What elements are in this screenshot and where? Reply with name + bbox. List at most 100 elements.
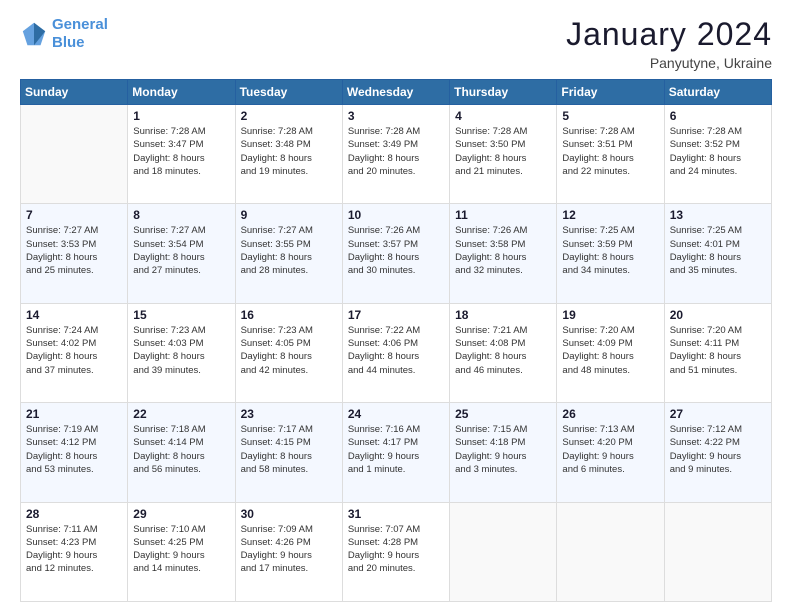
page: General Blue January 2024 Panyutyne, Ukr…: [0, 0, 792, 612]
calendar-cell: [557, 502, 664, 601]
col-friday: Friday: [557, 80, 664, 105]
calendar-cell: 7Sunrise: 7:27 AM Sunset: 3:53 PM Daylig…: [21, 204, 128, 303]
day-info: Sunrise: 7:20 AM Sunset: 4:11 PM Dayligh…: [670, 324, 766, 377]
col-tuesday: Tuesday: [235, 80, 342, 105]
day-number: 18: [455, 308, 551, 322]
day-number: 17: [348, 308, 444, 322]
logo: General Blue: [20, 16, 108, 52]
day-number: 3: [348, 109, 444, 123]
header: General Blue January 2024 Panyutyne, Ukr…: [20, 16, 772, 71]
day-info: Sunrise: 7:19 AM Sunset: 4:12 PM Dayligh…: [26, 423, 122, 476]
day-number: 14: [26, 308, 122, 322]
day-number: 22: [133, 407, 229, 421]
day-number: 26: [562, 407, 658, 421]
day-number: 11: [455, 208, 551, 222]
day-info: Sunrise: 7:16 AM Sunset: 4:17 PM Dayligh…: [348, 423, 444, 476]
calendar-cell: 3 Sunrise: 7:28 AM Sunset: 3:49 PM Daylig…: [342, 105, 449, 204]
calendar-header-row: Sunday Monday Tuesday Wednesday Thursday…: [21, 80, 772, 105]
day-info: Sunrise: 7:22 AM Sunset: 4:06 PM Dayligh…: [348, 324, 444, 377]
calendar-cell: [664, 502, 771, 601]
title-block: January 2024 Panyutyne, Ukraine: [566, 16, 772, 71]
day-info: Sunrise: 7:18 AM Sunset: 4:14 PM Dayligh…: [133, 423, 229, 476]
day-number: 21: [26, 407, 122, 421]
calendar-cell: 1 Sunrise: 7:28 AM Sunset: 3:47 PM Daylig…: [128, 105, 235, 204]
calendar-cell: 27 Sunrise: 7:12 AM Sunset: 4:22 PM Dayli…: [664, 403, 771, 502]
day-info: Sunrise: 7:28 AM Sunset: 3:51 PM Dayligh…: [562, 125, 658, 178]
day-number: 20: [670, 308, 766, 322]
day-info: Sunrise: 7:23 AM Sunset: 4:03 PM Dayligh…: [133, 324, 229, 377]
day-number: 24: [348, 407, 444, 421]
calendar-cell: 28Sunrise: 7:11 AM Sunset: 4:23 PM Dayli…: [21, 502, 128, 601]
day-info: Sunrise: 7:27 AM Sunset: 3:53 PM Dayligh…: [26, 224, 122, 277]
col-wednesday: Wednesday: [342, 80, 449, 105]
col-sunday: Sunday: [21, 80, 128, 105]
col-thursday: Thursday: [450, 80, 557, 105]
day-info: Sunrise: 7:28 AM Sunset: 3:52 PM Dayligh…: [670, 125, 766, 178]
day-number: 16: [241, 308, 337, 322]
calendar-cell: 8 Sunrise: 7:27 AM Sunset: 3:54 PM Daylig…: [128, 204, 235, 303]
calendar-cell: 6 Sunrise: 7:28 AM Sunset: 3:52 PM Daylig…: [664, 105, 771, 204]
day-number: 23: [241, 407, 337, 421]
calendar-cell: 13 Sunrise: 7:25 AM Sunset: 4:01 PM Dayli…: [664, 204, 771, 303]
day-number: 25: [455, 407, 551, 421]
logo-line2: Blue: [52, 34, 108, 52]
day-info: Sunrise: 7:13 AM Sunset: 4:20 PM Dayligh…: [562, 423, 658, 476]
col-saturday: Saturday: [664, 80, 771, 105]
day-number: 27: [670, 407, 766, 421]
day-number: 13: [670, 208, 766, 222]
calendar-cell: 31 Sunrise: 7:07 AM Sunset: 4:28 PM Dayli…: [342, 502, 449, 601]
calendar-cell: 10Sunrise: 7:26 AM Sunset: 3:57 PM Dayli…: [342, 204, 449, 303]
calendar-cell: 20 Sunrise: 7:20 AM Sunset: 4:11 PM Dayli…: [664, 303, 771, 402]
day-number: 10: [348, 208, 444, 222]
calendar-cell: 25 Sunrise: 7:15 AM Sunset: 4:18 PM Dayli…: [450, 403, 557, 502]
day-number: 5: [562, 109, 658, 123]
calendar-cell: [450, 502, 557, 601]
location: Panyutyne, Ukraine: [566, 55, 772, 71]
day-number: 30: [241, 507, 337, 521]
day-info: Sunrise: 7:25 AM Sunset: 4:01 PM Dayligh…: [670, 224, 766, 277]
day-info: Sunrise: 7:11 AM Sunset: 4:23 PM Dayligh…: [26, 523, 122, 576]
week-row-3: 14 Sunrise: 7:24 AM Sunset: 4:02 PM Dayli…: [21, 303, 772, 402]
day-info: Sunrise: 7:24 AM Sunset: 4:02 PM Dayligh…: [26, 324, 122, 377]
day-number: 6: [670, 109, 766, 123]
day-number: 2: [241, 109, 337, 123]
calendar-cell: 14 Sunrise: 7:24 AM Sunset: 4:02 PM Dayli…: [21, 303, 128, 402]
day-info: Sunrise: 7:15 AM Sunset: 4:18 PM Dayligh…: [455, 423, 551, 476]
day-info: Sunrise: 7:28 AM Sunset: 3:47 PM Dayligh…: [133, 125, 229, 178]
calendar-cell: 21 Sunrise: 7:19 AM Sunset: 4:12 PM Dayli…: [21, 403, 128, 502]
day-info: Sunrise: 7:28 AM Sunset: 3:49 PM Dayligh…: [348, 125, 444, 178]
week-row-5: 28Sunrise: 7:11 AM Sunset: 4:23 PM Dayli…: [21, 502, 772, 601]
day-number: 4: [455, 109, 551, 123]
day-number: 31: [348, 507, 444, 521]
day-number: 1: [133, 109, 229, 123]
day-info: Sunrise: 7:26 AM Sunset: 3:58 PM Dayligh…: [455, 224, 551, 277]
week-row-4: 21 Sunrise: 7:19 AM Sunset: 4:12 PM Dayli…: [21, 403, 772, 502]
day-info: Sunrise: 7:17 AM Sunset: 4:15 PM Dayligh…: [241, 423, 337, 476]
calendar-table: Sunday Monday Tuesday Wednesday Thursday…: [20, 79, 772, 602]
day-info: Sunrise: 7:07 AM Sunset: 4:28 PM Dayligh…: [348, 523, 444, 576]
calendar-cell: 15 Sunrise: 7:23 AM Sunset: 4:03 PM Dayli…: [128, 303, 235, 402]
calendar-cell: 30Sunrise: 7:09 AM Sunset: 4:26 PM Dayli…: [235, 502, 342, 601]
month-title: January 2024: [566, 16, 772, 53]
calendar-cell: 19Sunrise: 7:20 AM Sunset: 4:09 PM Dayli…: [557, 303, 664, 402]
calendar-cell: 18Sunrise: 7:21 AM Sunset: 4:08 PM Dayli…: [450, 303, 557, 402]
day-info: Sunrise: 7:20 AM Sunset: 4:09 PM Dayligh…: [562, 324, 658, 377]
day-number: 8: [133, 208, 229, 222]
day-info: Sunrise: 7:28 AM Sunset: 3:48 PM Dayligh…: [241, 125, 337, 178]
day-number: 9: [241, 208, 337, 222]
day-info: Sunrise: 7:28 AM Sunset: 3:50 PM Dayligh…: [455, 125, 551, 178]
day-info: Sunrise: 7:12 AM Sunset: 4:22 PM Dayligh…: [670, 423, 766, 476]
day-info: Sunrise: 7:27 AM Sunset: 3:55 PM Dayligh…: [241, 224, 337, 277]
calendar-cell: 9 Sunrise: 7:27 AM Sunset: 3:55 PM Daylig…: [235, 204, 342, 303]
calendar-cell: 22 Sunrise: 7:18 AM Sunset: 4:14 PM Dayli…: [128, 403, 235, 502]
calendar-cell: 23 Sunrise: 7:17 AM Sunset: 4:15 PM Dayli…: [235, 403, 342, 502]
day-number: 15: [133, 308, 229, 322]
day-info: Sunrise: 7:25 AM Sunset: 3:59 PM Dayligh…: [562, 224, 658, 277]
day-number: 12: [562, 208, 658, 222]
week-row-2: 7Sunrise: 7:27 AM Sunset: 3:53 PM Daylig…: [21, 204, 772, 303]
day-info: Sunrise: 7:27 AM Sunset: 3:54 PM Dayligh…: [133, 224, 229, 277]
calendar-cell: 24 Sunrise: 7:16 AM Sunset: 4:17 PM Dayli…: [342, 403, 449, 502]
day-info: Sunrise: 7:10 AM Sunset: 4:25 PM Dayligh…: [133, 523, 229, 576]
col-monday: Monday: [128, 80, 235, 105]
calendar-cell: 2 Sunrise: 7:28 AM Sunset: 3:48 PM Daylig…: [235, 105, 342, 204]
